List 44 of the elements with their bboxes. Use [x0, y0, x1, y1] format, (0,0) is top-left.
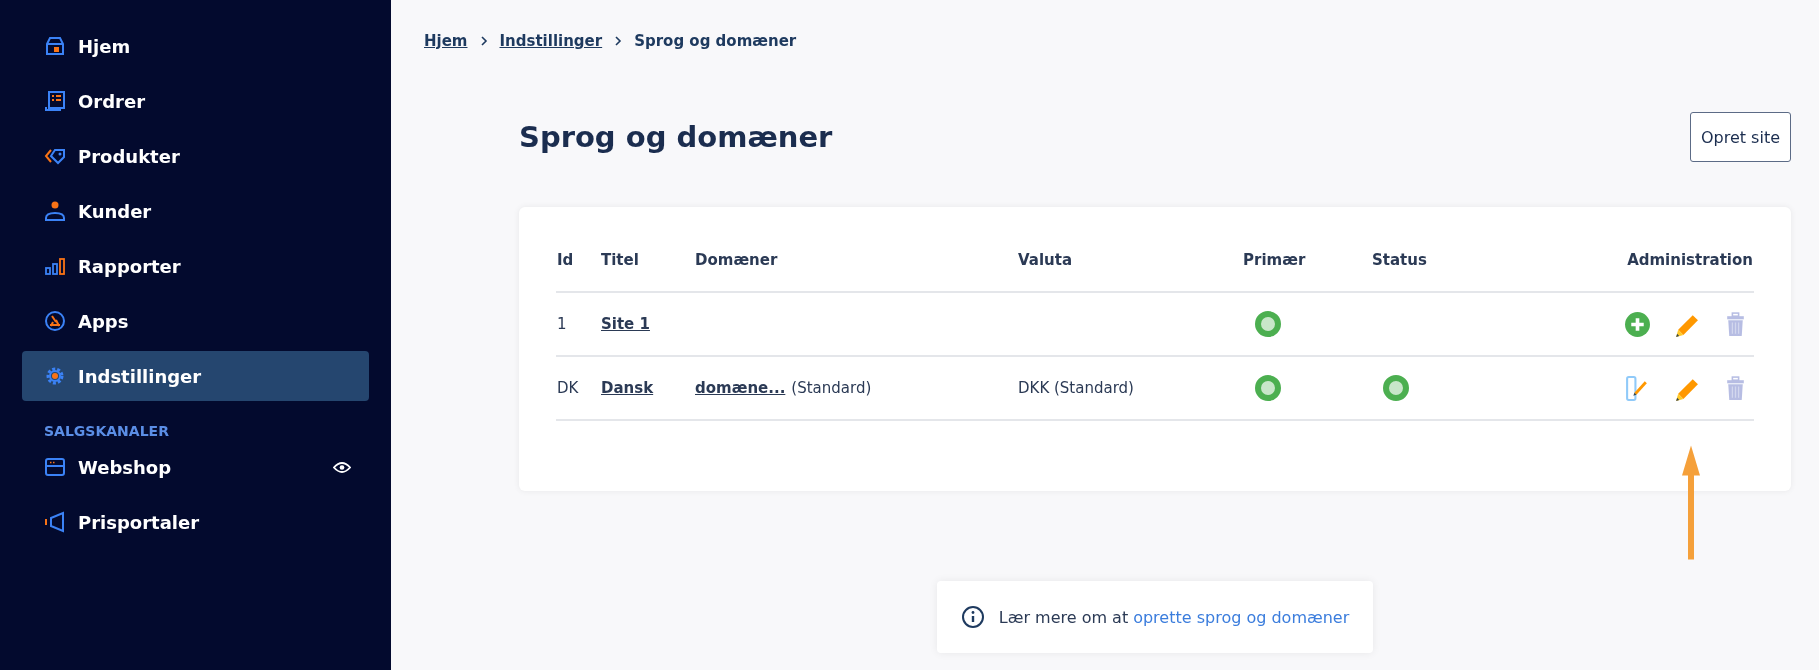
column-header: Administration	[1627, 251, 1753, 269]
table-cell: (Standard)	[791, 379, 872, 397]
table-cell: DK	[557, 379, 579, 397]
sidebar-item[interactable]: Produkter	[22, 131, 369, 181]
page-title: Sprog og domæner	[519, 120, 833, 154]
create-site-button[interactable]: Opret site	[1689, 112, 1791, 162]
sidebar-item[interactable]: Indstillinger	[22, 351, 369, 401]
column-header: Valuta	[1018, 251, 1073, 269]
sidebar-item[interactable]: Ordrer	[22, 76, 369, 126]
chevron-right-icon	[614, 35, 623, 47]
sidebar-item[interactable]: Webshop	[22, 442, 369, 492]
person-icon	[44, 200, 66, 222]
column-header: Status	[1372, 251, 1427, 269]
info-text: Lær mere om at	[998, 607, 1129, 627]
house-icon	[44, 35, 66, 57]
breadcrumb-current: Sprog og domæner	[634, 32, 797, 50]
add-icon[interactable]	[1624, 310, 1651, 338]
breadcrumb-link[interactable]: Hjem	[424, 32, 468, 50]
help-link[interactable]: oprette sprog og domæner	[1133, 607, 1350, 627]
info-icon	[960, 605, 985, 629]
section-heading: SALGSKANALER	[43, 422, 170, 441]
table-cell: DKK (Standard)	[1018, 379, 1134, 397]
sidebar-item[interactable]: Hjem	[22, 21, 369, 71]
sidebar-item[interactable]: Prisportaler	[22, 497, 369, 547]
sidebar-item[interactable]: Apps	[22, 296, 369, 346]
receipt-icon	[44, 90, 66, 112]
store-icon	[44, 456, 66, 478]
apps-icon	[44, 310, 66, 332]
settings-icon	[44, 365, 66, 387]
column-header: Domæner	[695, 251, 778, 269]
sidebar-item[interactable]: Kunder	[22, 186, 369, 236]
megaphone-icon	[44, 511, 66, 533]
column-header: Primær	[1243, 251, 1306, 269]
chevron-right-icon	[479, 35, 488, 47]
title-link[interactable]: Dansk	[601, 379, 654, 397]
breadcrumb-link[interactable]: Indstillinger	[499, 32, 603, 50]
table-cell: 1	[557, 315, 567, 333]
column-header: Id	[557, 251, 574, 269]
title-link[interactable]: Site 1	[601, 315, 650, 333]
domain-link[interactable]: domæne...	[695, 379, 786, 397]
eye-icon[interactable]	[333, 460, 351, 474]
column-header: Titel	[601, 251, 639, 269]
sidebar-item[interactable]: Rapporter	[22, 241, 369, 291]
bar-chart-icon	[44, 255, 66, 277]
